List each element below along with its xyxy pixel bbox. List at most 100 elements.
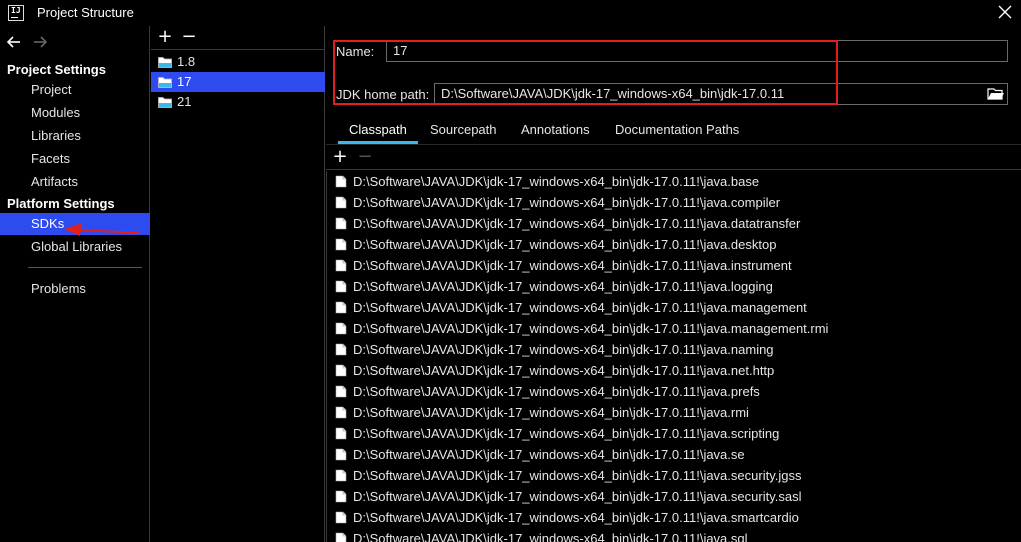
classpath-row[interactable]: D:\Software\JAVA\JDK\jdk-17_windows-x64_… bbox=[327, 276, 1021, 297]
classpath-list: D:\Software\JAVA\JDK\jdk-17_windows-x64_… bbox=[326, 171, 1021, 542]
sdk-tabs: Classpath Sourcepath Annotations Documen… bbox=[326, 118, 1021, 144]
classpath-row[interactable]: D:\Software\JAVA\JDK\jdk-17_windows-x64_… bbox=[327, 423, 1021, 444]
classpath-row[interactable]: D:\Software\JAVA\JDK\jdk-17_windows-x64_… bbox=[327, 507, 1021, 528]
intellij-app-icon: IJ bbox=[8, 5, 24, 21]
classpath-entry-text: D:\Software\JAVA\JDK\jdk-17_windows-x64_… bbox=[353, 489, 802, 504]
classpath-row[interactable]: D:\Software\JAVA\JDK\jdk-17_windows-x64_… bbox=[327, 486, 1021, 507]
classpath-row[interactable]: D:\Software\JAVA\JDK\jdk-17_windows-x64_… bbox=[327, 297, 1021, 318]
remove-sdk-button[interactable]: − bbox=[181, 28, 197, 46]
sdk-detail-panel: Name: 17 JDK home path: D:\Software\JAVA… bbox=[326, 26, 1021, 542]
classpath-entry-text: D:\Software\JAVA\JDK\jdk-17_windows-x64_… bbox=[353, 258, 792, 273]
jar-file-icon bbox=[335, 448, 347, 461]
classpath-entry-text: D:\Software\JAVA\JDK\jdk-17_windows-x64_… bbox=[353, 300, 807, 315]
classpath-row[interactable]: D:\Software\JAVA\JDK\jdk-17_windows-x64_… bbox=[327, 192, 1021, 213]
nav-item-problems[interactable]: Problems bbox=[0, 278, 150, 300]
classpath-entry-text: D:\Software\JAVA\JDK\jdk-17_windows-x64_… bbox=[353, 447, 745, 462]
jar-file-icon bbox=[335, 511, 347, 524]
classpath-entry-text: D:\Software\JAVA\JDK\jdk-17_windows-x64_… bbox=[353, 510, 799, 525]
classpath-row[interactable]: D:\Software\JAVA\JDK\jdk-17_windows-x64_… bbox=[327, 360, 1021, 381]
left-navigation: Project Settings Project Modules Librari… bbox=[0, 26, 150, 542]
classpath-entry-text: D:\Software\JAVA\JDK\jdk-17_windows-x64_… bbox=[353, 342, 774, 357]
window-title: Project Structure bbox=[37, 5, 134, 20]
nav-item-libraries[interactable]: Libraries bbox=[0, 125, 150, 147]
remove-path-button[interactable]: − bbox=[357, 148, 373, 166]
classpath-entry-text: D:\Software\JAVA\JDK\jdk-17_windows-x64_… bbox=[353, 237, 777, 252]
classpath-row[interactable]: D:\Software\JAVA\JDK\jdk-17_windows-x64_… bbox=[327, 444, 1021, 465]
add-sdk-button[interactable]: + bbox=[157, 28, 173, 46]
classpath-entry-text: D:\Software\JAVA\JDK\jdk-17_windows-x64_… bbox=[353, 426, 780, 441]
jdk-home-path-value: D:\Software\JAVA\JDK\jdk-17_windows-x64_… bbox=[441, 86, 785, 101]
jar-file-icon bbox=[335, 280, 347, 293]
jdk-home-path-label: JDK home path: bbox=[336, 87, 430, 102]
nav-item-facets[interactable]: Facets bbox=[0, 148, 150, 170]
classpath-row[interactable]: D:\Software\JAVA\JDK\jdk-17_windows-x64_… bbox=[327, 465, 1021, 486]
jdk-folder-icon bbox=[158, 77, 172, 88]
classpath-entry-text: D:\Software\JAVA\JDK\jdk-17_windows-x64_… bbox=[353, 321, 829, 336]
nav-item-project[interactable]: Project bbox=[0, 79, 150, 101]
jar-file-icon bbox=[335, 238, 347, 251]
sdk-item-17[interactable]: 17 bbox=[151, 72, 325, 92]
jar-file-icon bbox=[335, 427, 347, 440]
classpath-entry-text: D:\Software\JAVA\JDK\jdk-17_windows-x64_… bbox=[353, 531, 748, 542]
jar-file-icon bbox=[335, 196, 347, 209]
jar-file-icon bbox=[335, 322, 347, 335]
name-field[interactable]: 17 bbox=[386, 40, 1008, 62]
forward-arrow-icon[interactable] bbox=[32, 34, 48, 50]
sdk-list-toolbar: + − bbox=[151, 26, 325, 50]
jar-file-icon bbox=[335, 301, 347, 314]
classpath-row[interactable]: D:\Software\JAVA\JDK\jdk-17_windows-x64_… bbox=[327, 213, 1021, 234]
sdk-item-label: 1.8 bbox=[177, 54, 196, 69]
jar-file-icon bbox=[335, 385, 347, 398]
classpath-entry-text: D:\Software\JAVA\JDK\jdk-17_windows-x64_… bbox=[353, 279, 773, 294]
platform-settings-header: Platform Settings bbox=[7, 196, 115, 211]
classpath-row[interactable]: D:\Software\JAVA\JDK\jdk-17_windows-x64_… bbox=[327, 318, 1021, 339]
classpath-entry-text: D:\Software\JAVA\JDK\jdk-17_windows-x64_… bbox=[353, 195, 781, 210]
classpath-entry-text: D:\Software\JAVA\JDK\jdk-17_windows-x64_… bbox=[353, 468, 802, 483]
jar-file-icon bbox=[335, 490, 347, 503]
classpath-toolbar: + − bbox=[326, 144, 1021, 170]
sdk-list-panel: + − 1.8 17 21 bbox=[151, 26, 325, 542]
sdk-item-label: 21 bbox=[177, 94, 192, 109]
sdk-item-label: 17 bbox=[177, 74, 192, 89]
add-path-button[interactable]: + bbox=[332, 148, 348, 166]
classpath-row[interactable]: D:\Software\JAVA\JDK\jdk-17_windows-x64_… bbox=[327, 255, 1021, 276]
nav-divider bbox=[28, 267, 142, 268]
sdk-item-1-8[interactable]: 1.8 bbox=[151, 52, 325, 72]
classpath-entry-text: D:\Software\JAVA\JDK\jdk-17_windows-x64_… bbox=[353, 174, 760, 189]
jar-file-icon bbox=[335, 175, 347, 188]
back-arrow-icon[interactable] bbox=[6, 34, 22, 50]
nav-item-artifacts[interactable]: Artifacts bbox=[0, 171, 150, 193]
jar-file-icon bbox=[335, 343, 347, 356]
tab-documentation-paths[interactable]: Documentation Paths bbox=[604, 118, 750, 144]
nav-item-modules[interactable]: Modules bbox=[0, 102, 150, 124]
tab-sourcepath[interactable]: Sourcepath bbox=[419, 118, 508, 144]
jar-file-icon bbox=[335, 532, 347, 542]
jar-file-icon bbox=[335, 217, 347, 230]
classpath-row[interactable]: D:\Software\JAVA\JDK\jdk-17_windows-x64_… bbox=[327, 171, 1021, 192]
tab-classpath[interactable]: Classpath bbox=[338, 118, 418, 144]
classpath-entry-text: D:\Software\JAVA\JDK\jdk-17_windows-x64_… bbox=[353, 363, 775, 378]
title-bar: IJ Project Structure bbox=[0, 0, 1021, 26]
jar-file-icon bbox=[335, 364, 347, 377]
classpath-row[interactable]: D:\Software\JAVA\JDK\jdk-17_windows-x64_… bbox=[327, 381, 1021, 402]
sdk-item-21[interactable]: 21 bbox=[151, 92, 325, 112]
jar-file-icon bbox=[335, 469, 347, 482]
tab-annotations[interactable]: Annotations bbox=[510, 118, 601, 144]
jar-file-icon bbox=[335, 406, 347, 419]
project-settings-header: Project Settings bbox=[7, 62, 106, 77]
classpath-row[interactable]: D:\Software\JAVA\JDK\jdk-17_windows-x64_… bbox=[327, 339, 1021, 360]
jar-file-icon bbox=[335, 259, 347, 272]
close-icon[interactable] bbox=[995, 2, 1015, 22]
classpath-entry-text: D:\Software\JAVA\JDK\jdk-17_windows-x64_… bbox=[353, 384, 760, 399]
jdk-folder-icon bbox=[158, 97, 172, 108]
red-annotation-arrow-icon bbox=[64, 223, 141, 236]
classpath-entry-text: D:\Software\JAVA\JDK\jdk-17_windows-x64_… bbox=[353, 216, 801, 231]
classpath-row[interactable]: D:\Software\JAVA\JDK\jdk-17_windows-x64_… bbox=[327, 528, 1021, 542]
browse-folder-icon[interactable] bbox=[987, 86, 1005, 102]
jdk-folder-icon bbox=[158, 57, 172, 68]
name-label: Name: bbox=[336, 44, 375, 59]
classpath-row[interactable]: D:\Software\JAVA\JDK\jdk-17_windows-x64_… bbox=[327, 234, 1021, 255]
jdk-home-path-field[interactable]: D:\Software\JAVA\JDK\jdk-17_windows-x64_… bbox=[434, 83, 1008, 105]
classpath-entry-text: D:\Software\JAVA\JDK\jdk-17_windows-x64_… bbox=[353, 405, 749, 420]
classpath-row[interactable]: D:\Software\JAVA\JDK\jdk-17_windows-x64_… bbox=[327, 402, 1021, 423]
